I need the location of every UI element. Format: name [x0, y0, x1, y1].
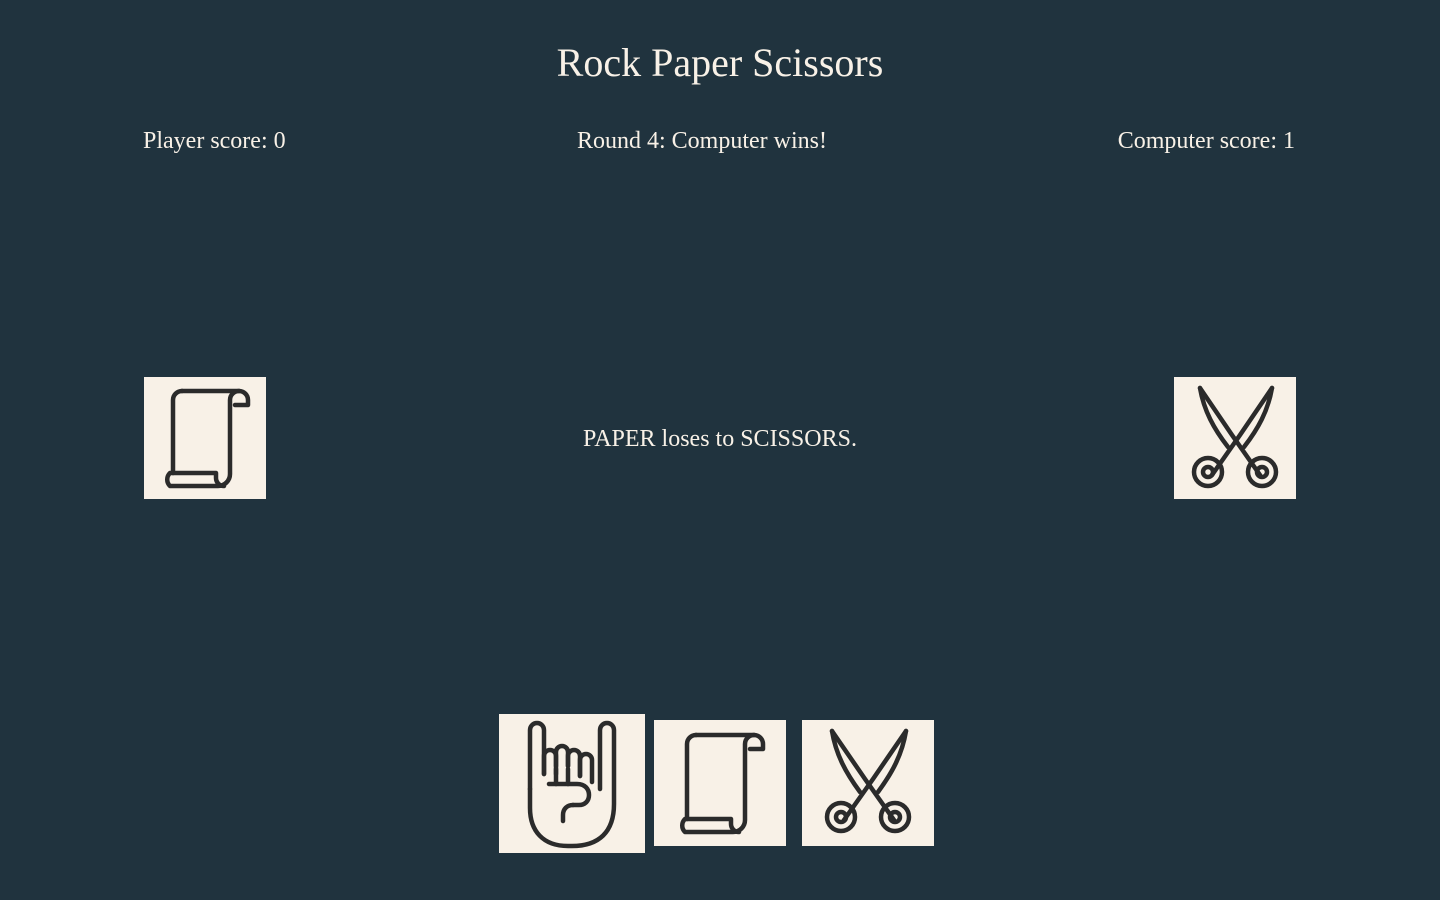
- scissors-icon: [824, 728, 912, 834]
- computer-choice-display: [1174, 377, 1296, 499]
- paper-button[interactable]: [654, 720, 786, 846]
- paper-scroll-icon: [679, 732, 766, 835]
- page-title: Rock Paper Scissors: [556, 40, 884, 85]
- computer-score: Computer score: 1: [1117, 128, 1295, 154]
- scissors-button[interactable]: [802, 720, 934, 846]
- scissors-icon: [1191, 385, 1279, 489]
- rock-hand-icon: [527, 720, 617, 849]
- rock-button[interactable]: [499, 714, 645, 853]
